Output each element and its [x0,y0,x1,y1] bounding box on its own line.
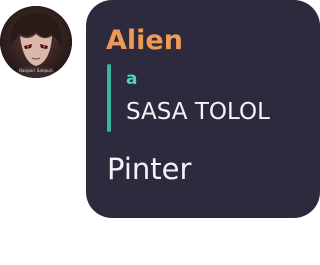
chat-message-screen: Ranpori Sanpuri Alien a SASA TOLOL Pinte… [0,0,320,265]
message-author[interactable]: Alien [106,22,183,60]
reply-quote[interactable]: a SASA TOLOL [107,64,313,132]
message-bubble[interactable]: Alien a SASA TOLOL Pinter [86,0,320,218]
reply-accent-bar [107,64,111,132]
reply-text: SASA TOLOL [126,99,270,125]
message-text: Pinter [107,152,192,186]
avatar-caption: Ranpori Sanpuri [19,68,53,73]
reply-author: a [126,69,138,89]
avatar[interactable]: Ranpori Sanpuri [0,6,72,78]
